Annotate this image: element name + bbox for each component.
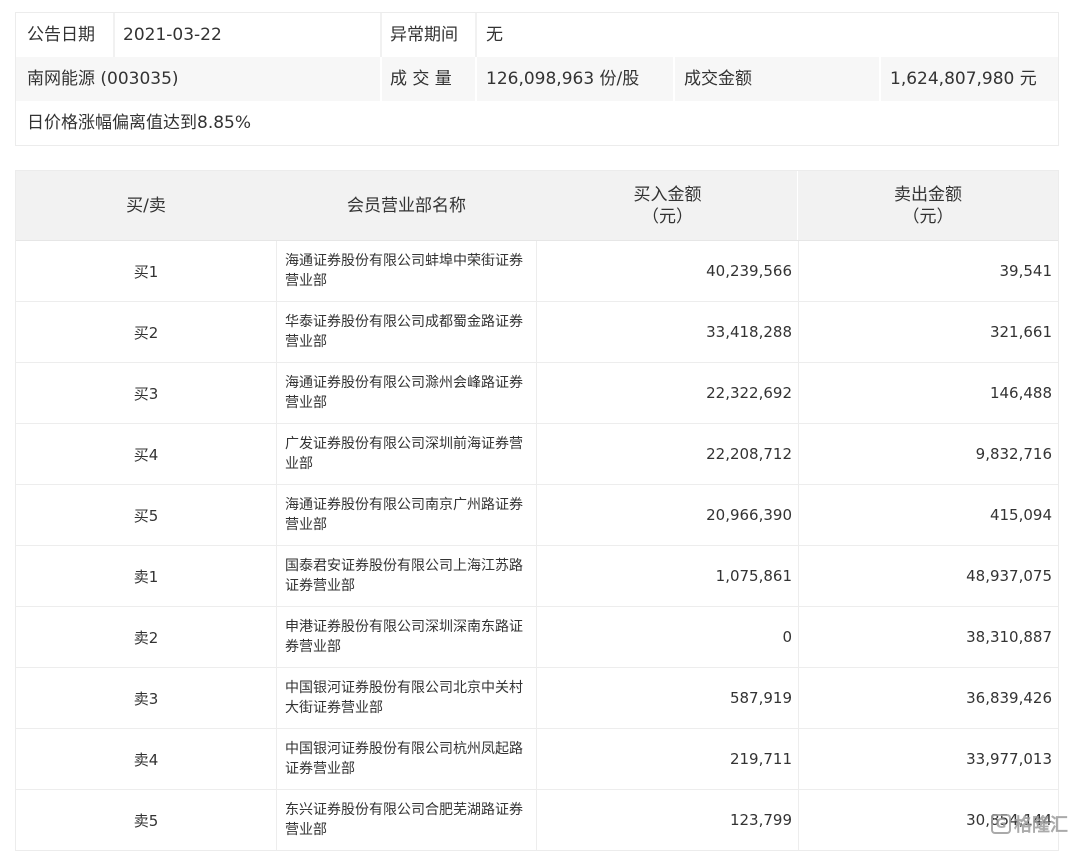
side-cell: 卖3	[133, 689, 159, 708]
broker-cell: 华泰证券股份有限公司成都蜀金路证券 营业部	[276, 302, 537, 362]
announce-date-label: 公告日期	[27, 25, 95, 45]
table-row: 买1 海通证券股份有限公司蚌埠中荣街证券 营业部 40,239,566 39,54…	[16, 241, 1058, 302]
broker-cell: 中国银河证券股份有限公司北京中关村 大街证券营业部	[276, 668, 537, 728]
buy-amount-cell: 20,966,390	[706, 506, 792, 524]
sell-amount-cell: 48,937,075	[798, 546, 1058, 606]
buy-amount-cell: 1,075,861	[715, 567, 792, 585]
table-row: 买2 华泰证券股份有限公司成都蜀金路证券 营业部 33,418,288 321,6…	[16, 302, 1058, 363]
summary-row-date: 公告日期 2021-03-22 异常期间 无	[16, 13, 1058, 58]
buy-amount-cell: 22,208,712	[706, 445, 792, 463]
side-cell: 卖5	[133, 811, 159, 830]
table-row: 卖2 申港证券股份有限公司深圳深南东路证 券营业部 0 38,310,887	[16, 607, 1058, 668]
stock-name: 南网能源 (003035)	[27, 69, 179, 89]
broker-cell: 海通证券股份有限公司蚌埠中荣街证券 营业部	[276, 241, 537, 301]
table-row: 卖4 中国银河证券股份有限公司杭州凤起路 证券营业部 219,711 33,977…	[16, 729, 1058, 790]
reason-text: 日价格涨幅偏离值达到8.85%	[27, 113, 252, 133]
volume-label: 成 交 量	[390, 69, 452, 89]
broker-cell: 海通证券股份有限公司滁州会峰路证券 营业部	[276, 363, 537, 423]
summary-panel: 公告日期 2021-03-22 异常期间 无 南网能源 (003035) 成 交…	[15, 12, 1059, 146]
sell-amount-cell: 36,839,426	[798, 668, 1058, 728]
sell-amount-cell: 146,488	[798, 363, 1058, 423]
buy-amount-cell: 33,418,288	[706, 323, 792, 341]
table-row: 买3 海通证券股份有限公司滁州会峰路证券 营业部 22,322,692 146,4…	[16, 363, 1058, 424]
broker-cell: 广发证券股份有限公司深圳前海证券营 业部	[276, 424, 537, 484]
abnormal-period-label: 异常期间	[390, 25, 458, 45]
sell-amount-cell: 321,661	[798, 302, 1058, 362]
table-row: 卖1 国泰君安证券股份有限公司上海江苏路 证券营业部 1,075,861 48,9…	[16, 546, 1058, 607]
side-cell: 买1	[133, 262, 159, 281]
sell-amount-cell: 9,832,716	[798, 424, 1058, 484]
side-cell: 买4	[133, 445, 159, 464]
table-header: 买/卖 会员营业部名称 买入金额 （元） 卖出金额 （元）	[16, 171, 1058, 241]
buy-amount-cell: 587,919	[729, 689, 792, 707]
side-cell: 买5	[133, 506, 159, 525]
side-cell: 买2	[133, 323, 159, 342]
amount-label: 成交金额	[684, 69, 752, 89]
side-cell: 卖2	[133, 628, 159, 647]
sell-amount-cell: 415,094	[798, 485, 1058, 545]
header-side: 买/卖	[126, 195, 166, 216]
buy-amount-cell: 219,711	[729, 750, 792, 768]
watermark: G 格隆汇	[991, 811, 1068, 837]
header-buy-amount: 买入金额 （元）	[633, 184, 702, 227]
side-cell: 买3	[133, 384, 159, 403]
side-cell: 卖4	[133, 750, 159, 769]
trading-detail-table: 买/卖 会员营业部名称 买入金额 （元） 卖出金额 （元） 买1 海通证券股份有…	[15, 170, 1059, 851]
buy-amount-cell: 22,322,692	[706, 384, 792, 402]
buy-amount-cell: 0	[782, 628, 792, 646]
header-broker: 会员营业部名称	[347, 195, 466, 216]
broker-cell: 申港证券股份有限公司深圳深南东路证 券营业部	[276, 607, 537, 667]
broker-cell: 中国银河证券股份有限公司杭州凤起路 证券营业部	[276, 729, 537, 789]
amount-value: 1,624,807,980 元	[890, 69, 1037, 89]
buy-amount-cell: 123,799	[729, 811, 792, 829]
sell-amount-cell: 39,541	[798, 241, 1058, 301]
table-row: 卖5 东兴证券股份有限公司合肥芜湖路证券 营业部 123,799 30,854,1…	[16, 790, 1058, 850]
sell-amount-cell: 33,977,013	[798, 729, 1058, 789]
broker-cell: 海通证券股份有限公司南京广州路证券 营业部	[276, 485, 537, 545]
broker-cell: 东兴证券股份有限公司合肥芜湖路证券 营业部	[276, 790, 537, 850]
buy-amount-cell: 40,239,566	[706, 262, 792, 280]
table-row: 卖3 中国银河证券股份有限公司北京中关村 大街证券营业部 587,919 36,8…	[16, 668, 1058, 729]
summary-row-reason: 日价格涨幅偏离值达到8.85%	[16, 101, 1058, 145]
table-row: 买4 广发证券股份有限公司深圳前海证券营 业部 22,208,712 9,832,…	[16, 424, 1058, 485]
table-row: 买5 海通证券股份有限公司南京广州路证券 营业部 20,966,390 415,0…	[16, 485, 1058, 546]
side-cell: 卖1	[133, 567, 159, 586]
abnormal-period-value: 无	[486, 25, 503, 45]
header-sell-amount: 卖出金额 （元）	[894, 184, 962, 227]
broker-cell: 国泰君安证券股份有限公司上海江苏路 证券营业部	[276, 546, 537, 606]
gelonghui-logo-icon: G	[991, 814, 1011, 834]
summary-row-volume: 南网能源 (003035) 成 交 量 126,098,963 份/股 成交金额…	[16, 57, 1058, 102]
sell-amount-cell: 38,310,887	[798, 607, 1058, 667]
volume-value: 126,098,963 份/股	[486, 69, 640, 89]
announce-date-value: 2021-03-22	[123, 25, 222, 45]
watermark-text: 格隆汇	[1014, 815, 1068, 836]
